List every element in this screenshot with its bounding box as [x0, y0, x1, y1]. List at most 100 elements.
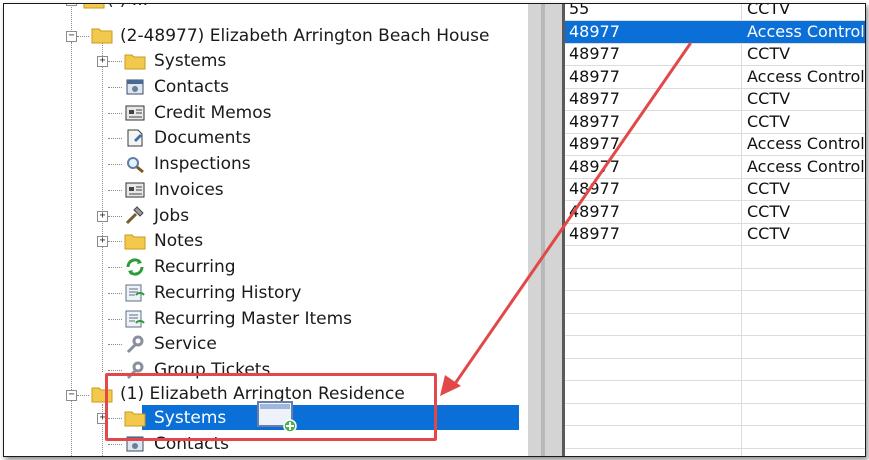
table-row[interactable] — [565, 403, 865, 426]
cell-system-type — [747, 246, 865, 268]
cell-system-id — [569, 358, 739, 380]
tree-node-recurring-history[interactable]: Recurring History — [152, 281, 303, 305]
cell-system-id — [569, 313, 739, 335]
table-row[interactable]: 48977 CCTV — [565, 43, 865, 66]
tree-node-label: Systems — [152, 407, 229, 429]
cell-system-id: 48977 — [569, 44, 620, 63]
tree-node-invoices[interactable]: Invoices — [152, 178, 226, 202]
contacts-icon — [126, 79, 144, 95]
table-row[interactable]: 48977 Access Control — [565, 156, 865, 179]
tree-node-partial[interactable]: − (-) ... — [66, 4, 150, 12]
table-row[interactable]: 55 CCTV — [565, 4, 865, 21]
table-row[interactable]: 48977 CCTV — [565, 201, 865, 224]
tree-node-documents[interactable]: Documents — [152, 126, 253, 150]
cell-system-type: CCTV — [747, 224, 791, 243]
tree-node-label: Group Tickets — [154, 360, 271, 380]
tree-node-systems[interactable]: Systems — [152, 406, 229, 430]
table-row[interactable] — [565, 358, 865, 381]
tree-node-service[interactable]: Service — [152, 332, 219, 356]
table-row[interactable]: 48977 Access Control — [565, 133, 865, 156]
tree-line — [102, 42, 103, 372]
folder-icon — [83, 4, 105, 9]
tree-node-label: Inspections — [154, 154, 251, 174]
tree-node-label: Recurring — [154, 257, 236, 277]
cell-system-id: 48977 — [569, 66, 620, 86]
collapse-toggle[interactable]: − — [66, 4, 77, 6]
tree-line — [108, 443, 122, 445]
tree-line — [108, 318, 122, 320]
tree-line — [108, 112, 122, 114]
table-row[interactable]: 48977 CCTV — [565, 223, 865, 246]
tree-line — [108, 86, 122, 88]
expand-toggle[interactable]: + — [97, 56, 108, 67]
recurring-master-icon — [125, 310, 145, 327]
tree-node-label: Documents — [154, 128, 251, 149]
tree-node-systems[interactable]: Systems — [152, 49, 228, 73]
tree-node-site-beach-house[interactable]: (2-48977) Elizabeth Arrington Beach Hous… — [118, 24, 492, 48]
cell-system-type — [747, 291, 865, 313]
tree-line — [108, 164, 122, 165]
tree-line — [108, 344, 122, 346]
tree-node-label: (2-48977) Elizabeth Arrington Beach Hous… — [120, 26, 490, 46]
cell-system-type — [747, 381, 865, 403]
tree-node-label: (-) ... — [105, 4, 150, 11]
collapse-toggle[interactable]: − — [66, 31, 77, 42]
tree-node-contacts[interactable]: Contacts — [152, 75, 231, 99]
table-row[interactable]: 48977 CCTV — [565, 111, 865, 134]
cell-system-id: 48977 — [569, 224, 620, 243]
tree-node-recurring[interactable]: Recurring — [152, 255, 238, 279]
account-tree[interactable]: − (-) ... − (2-48977) Elizabeth Arringto… — [4, 4, 528, 456]
table-row[interactable] — [565, 426, 865, 449]
tree-line — [108, 215, 122, 217]
table-row[interactable]: 48977 CCTV — [565, 178, 865, 201]
tree-node-inspections[interactable]: Inspections — [152, 152, 253, 176]
table-row[interactable]: 48977 Access Control — [565, 66, 865, 89]
pane-splitter[interactable] — [528, 4, 565, 456]
tree-node-contacts[interactable]: Contacts — [152, 432, 231, 456]
cell-system-id: 48977 — [569, 134, 620, 153]
cell-system-id — [569, 268, 739, 290]
expand-toggle[interactable]: + — [97, 236, 108, 248]
cell-system-type — [747, 426, 865, 448]
table-row[interactable]: 48977 CCTV — [565, 88, 865, 111]
table-row[interactable] — [565, 381, 865, 404]
folder-icon — [124, 54, 146, 70]
expand-toggle[interactable]: + — [97, 413, 108, 424]
table-row[interactable] — [565, 336, 865, 359]
collapse-toggle[interactable]: − — [66, 390, 77, 401]
table-row[interactable]: 48977 Access Control — [565, 20, 865, 44]
cell-system-id: 48977 — [569, 111, 620, 131]
cell-system-type — [747, 403, 865, 425]
magnifier-icon — [127, 157, 144, 174]
tree-line — [108, 241, 122, 243]
invoice-icon — [125, 182, 145, 198]
tree-node-credit-memos[interactable]: Credit Memos — [152, 101, 273, 125]
table-row[interactable] — [565, 268, 865, 291]
tree-line — [77, 395, 89, 396]
table-row[interactable] — [565, 313, 865, 336]
tree-node-label: Notes — [154, 231, 204, 252]
cell-system-id: 48977 — [569, 21, 620, 41]
tree-node-label: Jobs — [154, 205, 190, 226]
cell-system-id — [569, 336, 739, 358]
tree-node-label: Recurring History — [154, 282, 302, 303]
tree-line — [108, 370, 122, 371]
tree-node-group-tickets[interactable]: Group Tickets — [152, 358, 272, 382]
table-row[interactable] — [565, 291, 865, 314]
tree-node-recurring-master-items[interactable]: Recurring Master Items — [152, 307, 354, 331]
cell-system-type — [747, 268, 865, 290]
tree-node-jobs[interactable]: Jobs — [152, 204, 191, 228]
cell-system-type: CCTV — [747, 89, 791, 108]
tree-line — [108, 418, 122, 419]
cell-system-id: 55 — [569, 4, 590, 18]
cell-system-id — [569, 403, 739, 425]
cell-system-type: Access Control — [747, 134, 865, 153]
cell-system-id — [569, 246, 739, 268]
tree-node-label: Recurring Master Items — [154, 308, 353, 329]
hammer-icon — [125, 205, 144, 224]
expand-toggle[interactable]: + — [97, 210, 108, 222]
systems-grid[interactable]: 55 CCTV 48977 Access Control 48977 CCTV 48977 A… — [565, 4, 865, 456]
table-row[interactable] — [565, 246, 865, 269]
cell-system-id: 48977 — [569, 179, 620, 198]
tree-node-notes[interactable]: Notes — [152, 229, 205, 253]
